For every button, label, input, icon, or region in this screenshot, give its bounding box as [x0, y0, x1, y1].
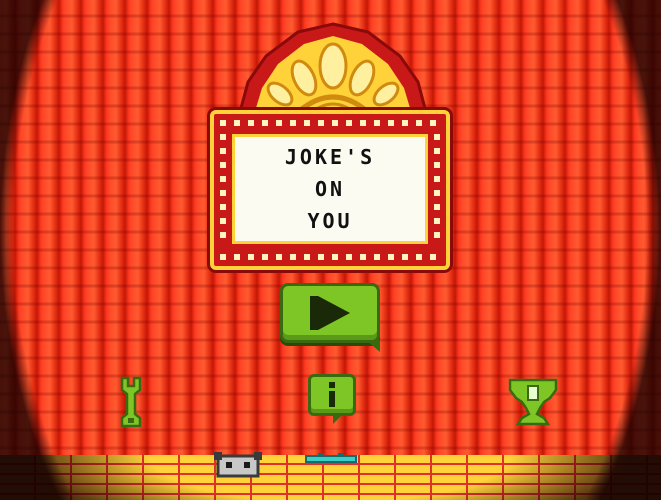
marquee-bulb [220, 218, 226, 224]
marquee-bulb [220, 134, 226, 140]
marquee-bulb [290, 254, 296, 260]
marquee-bulb [248, 120, 254, 126]
marquee-bulb [374, 254, 380, 260]
marquee-bulb [430, 254, 436, 260]
marquee-bulb [248, 254, 254, 260]
info-button-tail [333, 414, 343, 424]
sign-panel: JOKE'S ON YOU [232, 134, 428, 244]
play-icon [310, 296, 350, 330]
marquee-bulb [234, 254, 240, 260]
marquee-bulb [262, 254, 268, 260]
marquee-bulb [430, 120, 436, 126]
marquee-bulb [388, 120, 394, 126]
marquee-bulb [276, 120, 282, 126]
marquee-bulb [434, 218, 440, 224]
marquee-bulb [434, 232, 440, 238]
game-screen: JOKE'S ON YOU [0, 0, 661, 500]
marquee-bulb [434, 162, 440, 168]
marquee-bulb [434, 204, 440, 210]
marquee-bulb [304, 254, 310, 260]
marquee-bulb [346, 120, 352, 126]
marquee-crown-ornament [238, 22, 428, 114]
marquee-bulb [360, 120, 366, 126]
marquee-bulb [220, 176, 226, 182]
marquee-bulb [220, 204, 226, 210]
floor-item [305, 453, 357, 463]
robot-character [214, 452, 262, 478]
trophy-icon[interactable] [506, 376, 560, 428]
marquee-bulb [220, 148, 226, 154]
sign-line-1: JOKE'S [284, 145, 376, 169]
marquee-bulb [234, 120, 240, 126]
sign-line-3: YOU [307, 209, 353, 233]
info-icon [329, 382, 335, 407]
marquee-bulb [220, 232, 226, 238]
marquee-bulb [402, 120, 408, 126]
marquee-bulb [388, 254, 394, 260]
marquee-bulb [416, 120, 422, 126]
marquee-bulb [434, 134, 440, 140]
marquee-bulb [360, 254, 366, 260]
marquee-bulb [318, 254, 324, 260]
sign-line-2: ON [314, 177, 346, 201]
play-button[interactable] [280, 283, 380, 352]
play-button-tail [366, 340, 380, 352]
marquee-bulb [220, 254, 226, 260]
marquee-bulb [434, 148, 440, 154]
marquee-bulb [262, 120, 268, 126]
marquee-bulb [332, 254, 338, 260]
marquee-bulb [276, 254, 282, 260]
marquee-bulb [304, 120, 310, 126]
marquee-bulb [346, 254, 352, 260]
marquee-bulb [416, 254, 422, 260]
marquee-bulb [434, 176, 440, 182]
info-button[interactable] [308, 374, 356, 424]
marquee-bulb [332, 120, 338, 126]
marquee-bulb [220, 120, 226, 126]
marquee-bulb [220, 190, 226, 196]
marquee-bulb [434, 190, 440, 196]
marquee-bulb [290, 120, 296, 126]
wrench-icon[interactable] [118, 376, 144, 428]
marquee-bulb [318, 120, 324, 126]
marquee-bulb [220, 162, 226, 168]
marquee-sign: JOKE'S ON YOU [210, 110, 450, 270]
marquee-bulb [374, 120, 380, 126]
marquee-bulb [402, 254, 408, 260]
